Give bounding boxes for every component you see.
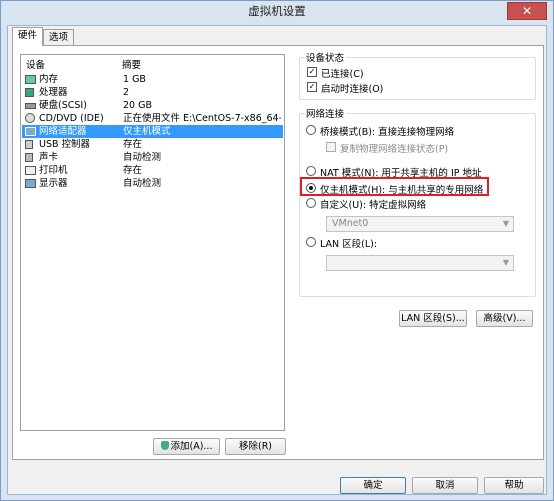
- device-summary: 1 GB: [123, 74, 146, 85]
- usb-icon: [25, 140, 33, 149]
- network-connection-group: 网络连接 桥接模式(B): 直接连接物理网络 复制物理网络连接状态(P) NAT…: [299, 106, 536, 297]
- help-button[interactable]: 帮助: [484, 477, 544, 494]
- custom-radio[interactable]: [306, 198, 316, 208]
- device-list-header: 设备 摘要: [21, 55, 284, 71]
- chevron-down-icon: ▼: [502, 219, 509, 228]
- device-name: USB 控制器: [39, 139, 91, 150]
- device-row-printer[interactable]: 打印机 存在: [22, 164, 283, 177]
- custom-label: 自定义(U): 特定虚拟网络: [320, 200, 427, 211]
- add-device-button[interactable]: 添加(A)...: [153, 438, 220, 455]
- close-button[interactable]: ✕: [507, 2, 547, 20]
- device-summary: 20 GB: [123, 100, 152, 111]
- hard-disk-icon: [25, 103, 36, 109]
- title-bar: 虚拟机设置: [1, 1, 553, 25]
- device-row-processor[interactable]: 处理器 2: [22, 86, 283, 99]
- device-summary: 存在: [123, 139, 143, 150]
- device-name: 网络适配器: [39, 126, 87, 137]
- ok-button[interactable]: 确定: [340, 477, 406, 494]
- tab-hardware[interactable]: 硬件: [12, 27, 44, 46]
- tab-options[interactable]: 选项: [43, 29, 75, 46]
- connected-label: 已连接(C): [321, 69, 364, 80]
- vmnet-value: VMnet0: [332, 218, 369, 229]
- remove-device-button[interactable]: 移除(R): [225, 438, 286, 455]
- cpu-icon: [25, 88, 34, 97]
- highlight-box: [300, 177, 489, 196]
- device-status-title: 设备状态: [304, 50, 347, 64]
- lan-segment-label: LAN 区段(L):: [320, 239, 378, 250]
- device-name: 打印机: [39, 165, 68, 176]
- window-title: 虚拟机设置: [248, 4, 306, 18]
- bridged-radio[interactable]: [306, 125, 316, 135]
- lan-segment-select[interactable]: ▼: [326, 255, 514, 271]
- memory-icon: [25, 75, 36, 84]
- connected-checkbox[interactable]: ✓: [307, 67, 317, 77]
- close-icon: ✕: [521, 4, 533, 18]
- cd-dvd-icon: [25, 113, 35, 123]
- add-device-label: 添加(A)...: [170, 441, 213, 452]
- device-summary: 存在: [123, 165, 143, 176]
- hardware-panel: 设备 摘要 内存 1 GB 处理器 2 硬盘(SCSI) 20 GB CD/DV…: [12, 45, 544, 460]
- device-row-network-adapter[interactable]: 网络适配器 仅主机模式: [22, 125, 283, 138]
- device-name: 硬盘(SCSI): [39, 100, 87, 111]
- device-row-memory[interactable]: 内存 1 GB: [22, 73, 283, 86]
- device-summary: 自动检测: [123, 178, 162, 189]
- device-name: CD/DVD (IDE): [39, 113, 104, 124]
- printer-icon: [25, 166, 36, 175]
- device-name: 显示器: [39, 178, 68, 189]
- advanced-button[interactable]: 高级(V)...: [476, 310, 533, 327]
- cancel-button[interactable]: 取消: [412, 477, 478, 494]
- replicate-state-checkbox[interactable]: [326, 142, 336, 152]
- dialog-client: 硬件 选项 设备 摘要 内存 1 GB 处理器 2 硬盘(SCSI) 20 GB…: [7, 25, 547, 495]
- device-row-display[interactable]: 显示器 自动检测: [22, 177, 283, 190]
- replicate-state-label: 复制物理网络连接状态(P): [340, 144, 449, 155]
- sound-card-icon: [25, 153, 33, 162]
- vmnet-select[interactable]: VMnet0 ▼: [326, 216, 514, 232]
- lan-segment-button[interactable]: LAN 区段(S)...: [399, 310, 467, 327]
- device-summary: 仅主机模式: [123, 126, 171, 137]
- device-row-sound-card[interactable]: 声卡 自动检测: [22, 151, 283, 164]
- bridged-label: 桥接模式(B): 直接连接物理网络: [320, 127, 455, 138]
- device-list[interactable]: 设备 摘要 内存 1 GB 处理器 2 硬盘(SCSI) 20 GB CD/DV…: [20, 54, 285, 431]
- shield-icon: [160, 441, 169, 450]
- device-status-group: 设备状态 ✓ 已连接(C) ✓ 启动时连接(O): [299, 50, 536, 100]
- column-summary: 摘要: [122, 60, 142, 71]
- device-name: 处理器: [39, 87, 68, 98]
- device-name: 声卡: [39, 152, 59, 163]
- network-connection-title: 网络连接: [304, 106, 347, 120]
- device-row-cd-dvd[interactable]: CD/DVD (IDE) 正在使用文件 E:\CentOS-7-x86_64-.…: [22, 112, 283, 125]
- device-row-hard-disk[interactable]: 硬盘(SCSI) 20 GB: [22, 99, 283, 112]
- network-adapter-icon: [25, 127, 36, 136]
- nat-radio[interactable]: [306, 166, 316, 176]
- device-summary: 2: [123, 87, 130, 98]
- device-row-usb[interactable]: USB 控制器 存在: [22, 138, 283, 151]
- device-summary: 正在使用文件 E:\CentOS-7-x86_64-...: [123, 113, 281, 124]
- vm-settings-window: 虚拟机设置 ✕ 硬件 选项 设备 摘要 内存 1 GB 处理器 2 硬盘(SCS…: [0, 0, 554, 501]
- chevron-down-icon: ▼: [502, 258, 509, 267]
- device-summary: 自动检测: [123, 152, 162, 163]
- display-icon: [25, 179, 36, 188]
- connect-at-power-on-label: 启动时连接(O): [321, 84, 384, 95]
- device-name: 内存: [39, 74, 59, 85]
- connect-at-power-on-checkbox[interactable]: ✓: [307, 82, 317, 92]
- column-device: 设备: [26, 60, 46, 71]
- lan-segment-radio[interactable]: [306, 237, 316, 247]
